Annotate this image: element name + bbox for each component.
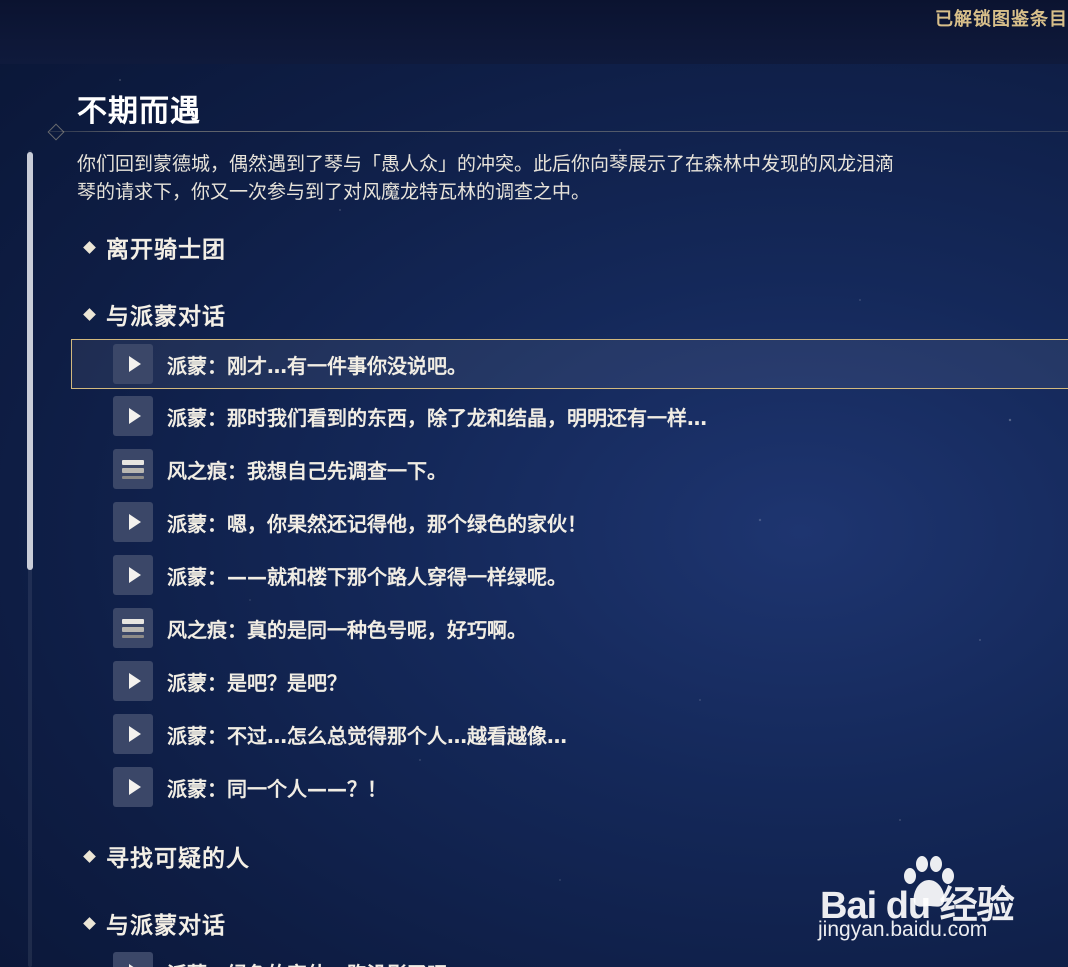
- dialogue-row[interactable]: 派蒙：不过…怎么总觉得那个人…越看越像…: [113, 714, 567, 754]
- section-leave-knights[interactable]: 离开骑士团: [80, 230, 226, 264]
- dialogue-text: 派蒙：那时我们看到的东西，除了龙和结晶，明明还有一样…: [167, 405, 707, 430]
- diamond-bullet-icon: [83, 916, 96, 930]
- quest-description: 你们回到蒙德城，偶然遇到了琴与「愚人众」的冲突。此后你向琴展示了在森林中发现的风…: [77, 150, 1068, 206]
- dialogue-row-selected[interactable]: 派蒙：刚才…有一件事你没说吧。: [71, 339, 1068, 389]
- description-line: 你们回到蒙德城，偶然遇到了琴与「愚人众」的冲突。此后你向琴展示了在森林中发现的风…: [77, 153, 895, 175]
- play-icon[interactable]: [113, 396, 153, 436]
- section-talk-paimon-2[interactable]: 与派蒙对话: [80, 906, 226, 940]
- diamond-bullet-icon: [83, 849, 96, 863]
- section-talk-paimon[interactable]: 与派蒙对话: [80, 297, 226, 331]
- dialogue-text: 派蒙：——就和楼下那个路人穿得一样绿呢。: [167, 564, 567, 589]
- dialogue-text: 派蒙：同一个人——？！: [167, 776, 387, 801]
- play-icon[interactable]: [113, 502, 153, 542]
- section-label: 离开骑士团: [106, 237, 226, 263]
- watermark-url: jingyan.baidu.com: [818, 918, 988, 941]
- dialogue-text: 风之痕：真的是同一种色号呢，好巧啊。: [167, 617, 527, 642]
- dialogue-text: 派蒙：刚才…有一件事你没说吧。: [167, 353, 467, 378]
- dialogue-row[interactable]: 风之痕：真的是同一种色号呢，好巧啊。: [113, 608, 527, 648]
- dialogue-row-partial[interactable]: 派蒙：绿色的家伙，跑没影了吧…: [113, 952, 467, 967]
- section-label: 与派蒙对话: [106, 304, 226, 330]
- dialogue-text: 风之痕：我想自己先调查一下。: [167, 458, 447, 483]
- text-stack-icon[interactable]: [113, 449, 153, 489]
- description-line: 琴的请求下，你又一次参与到了对风魔龙特瓦林的调查之中。: [77, 181, 591, 203]
- title-divider: [50, 131, 1068, 132]
- play-icon[interactable]: [113, 661, 153, 701]
- section-label: 寻找可疑的人: [106, 846, 250, 872]
- scrollbar-thumb[interactable]: [27, 152, 33, 570]
- dialogue-text: 派蒙：嗯，你果然还记得他，那个绿色的家伙！: [167, 511, 587, 536]
- dialogue-row[interactable]: 派蒙：那时我们看到的东西，除了龙和结晶，明明还有一样…: [113, 396, 707, 436]
- play-icon[interactable]: [113, 714, 153, 754]
- diamond-bullet-icon: [83, 307, 96, 321]
- text-stack-icon[interactable]: [113, 608, 153, 648]
- play-icon[interactable]: [113, 767, 153, 807]
- dialogue-row[interactable]: 派蒙：同一个人——？！: [113, 767, 387, 807]
- section-find-suspicious[interactable]: 寻找可疑的人: [80, 839, 250, 873]
- dialogue-row[interactable]: 风之痕：我想自己先调查一下。: [113, 449, 447, 489]
- play-icon[interactable]: [113, 555, 153, 595]
- divider-ornament: [47, 123, 65, 141]
- dialogue-row[interactable]: 派蒙：——就和楼下那个路人穿得一样绿呢。: [113, 555, 567, 595]
- dialogue-text: 派蒙：绿色的家伙，跑没影了吧…: [167, 958, 467, 967]
- play-icon[interactable]: [113, 344, 153, 384]
- dialogue-row[interactable]: 派蒙：嗯，你果然还记得他，那个绿色的家伙！: [113, 502, 587, 542]
- dialogue-text: 派蒙：不过…怎么总觉得那个人…越看越像…: [167, 723, 567, 748]
- dialogue-row[interactable]: 派蒙：是吧？是吧？: [113, 661, 347, 701]
- quest-title: 不期而遇: [77, 94, 201, 129]
- dialogue-text: 派蒙：是吧？是吧？: [167, 670, 347, 695]
- baidu-watermark: Bai du 经验 jingyan.baidu.com: [818, 852, 1018, 952]
- play-icon[interactable]: [113, 952, 153, 967]
- diamond-bullet-icon: [83, 240, 96, 254]
- section-label: 与派蒙对话: [106, 913, 226, 939]
- unlocked-entries-label[interactable]: 已解锁图鉴条目: [935, 5, 1068, 31]
- top-bar: 已解锁图鉴条目: [0, 0, 1068, 64]
